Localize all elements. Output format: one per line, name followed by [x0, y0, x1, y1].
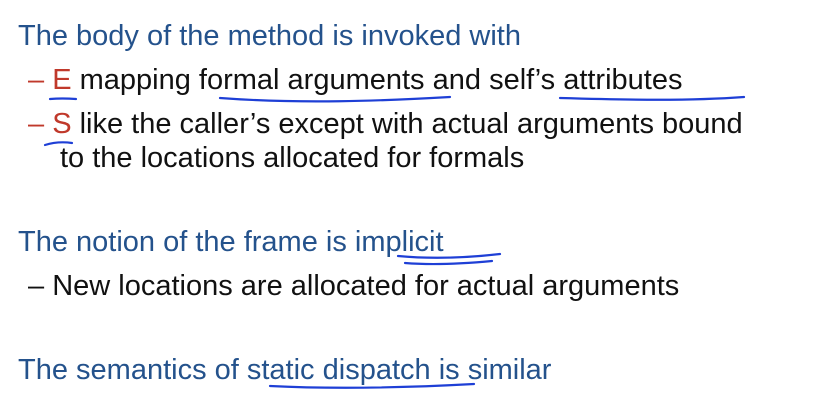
underline-e	[48, 97, 78, 101]
heading-static-dispatch: The semantics of static dispatch is simi…	[18, 356, 551, 385]
bullet-s-store-continued: to the locations allocated for formals	[60, 144, 524, 173]
bullet-dash: –	[28, 64, 45, 96]
bullet-text-self-attributes: self’s attributes	[489, 64, 683, 96]
bullet-text: and	[424, 64, 490, 96]
bullet-new-locations: – New locations are allocated for actual…	[28, 272, 679, 301]
bullet-text-formal-arguments: formal arguments	[198, 64, 425, 96]
handwritten-annotations	[43, 95, 746, 389]
heading-method-body: The body of the method is invoked with	[18, 22, 521, 51]
heading-static-dispatch-term: static dispatch	[246, 354, 431, 386]
underline-self-attributes	[558, 95, 746, 101]
bullet-text: mapping	[71, 64, 199, 96]
heading-frame-notion: The notion of the frame is implicit	[18, 228, 444, 257]
underline-implicit-2	[403, 259, 494, 266]
bullet-letter-e: E	[52, 64, 72, 96]
heading-method-body-text: The body of the method is invoked with	[18, 20, 521, 52]
underline-formal-arguments	[218, 95, 452, 103]
heading-static-text: The semantics of	[18, 354, 247, 386]
bullet-letter-s: S	[52, 108, 72, 140]
bullet-e-mapping: – E mapping formal arguments and self’s …	[28, 66, 682, 95]
bullet-text: New locations are allocated for actual a…	[44, 270, 680, 302]
heading-frame-text: The notion of the frame is	[18, 226, 355, 258]
bullet-dash: –	[28, 270, 45, 302]
bullet-s-store: – S like the caller’s except with actual…	[28, 110, 743, 139]
bullet-text: like the caller’s except with actual arg…	[71, 108, 743, 140]
heading-static-text-end: is similar	[430, 354, 552, 386]
heading-frame-implicit: implicit	[354, 226, 444, 258]
bullet-text-continued: to the locations allocated for formals	[60, 142, 525, 174]
bullet-dash: –	[28, 108, 45, 140]
